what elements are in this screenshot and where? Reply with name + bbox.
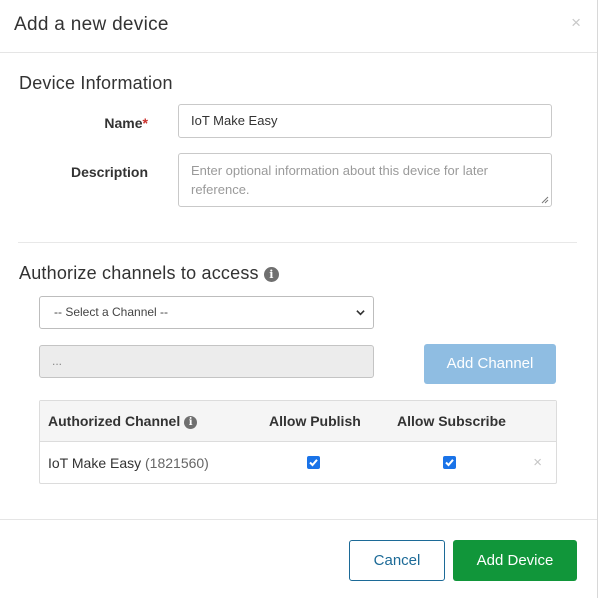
table-row: IoT Make Easy (1821560) [48,455,209,471]
table-header: Authorized Channel i Allow Publish Allow… [40,401,556,442]
device-info-heading: Device Information [19,73,173,93]
allow-publish-checkbox[interactable] [307,456,320,469]
info-icon[interactable]: i [263,266,279,282]
channel-select[interactable]: -- Select a Channel -- [39,296,374,329]
add-channel-button[interactable]: Add Channel [424,344,556,384]
channel-id: (1821560) [145,455,209,471]
header-authorized-channel: Authorized Channel i [48,413,198,429]
description-placeholder: Enter optional information about this de… [191,163,489,197]
channels-heading: Authorize channels to access i [19,263,279,284]
section-divider [18,242,577,243]
description-textarea[interactable]: Enter optional information about this de… [178,153,552,207]
cancel-button[interactable]: Cancel [349,540,445,581]
channels-heading-text: Authorize channels to access [19,263,259,283]
name-label-text: Name [104,115,143,131]
footer-divider [0,519,597,520]
modal-header: Add a new device × [0,0,597,53]
add-device-button[interactable]: Add Device [453,540,577,581]
check-icon [445,459,454,467]
check-icon [309,459,318,467]
channel-key-input: ... [39,345,374,378]
header-allow-publish: Allow Publish [269,413,361,429]
channel-select-value: -- Select a Channel -- [54,305,169,319]
name-label: Name* [8,115,148,131]
header-allow-subscribe: Allow Subscribe [397,413,506,429]
channel-name: IoT Make Easy [48,455,142,471]
device-name-input[interactable]: IoT Make Easy [178,104,552,138]
authorized-channels-table: Authorized Channel i Allow Publish Allow… [39,400,557,484]
close-icon[interactable]: × [571,14,581,31]
info-icon[interactable]: i [184,415,198,429]
required-marker: * [142,115,148,131]
remove-channel-icon[interactable]: × [533,454,542,471]
chevron-down-icon [356,310,365,316]
add-device-modal: Add a new device × Device Information Na… [0,0,598,598]
description-label: Description [70,164,148,180]
modal-title: Add a new device [14,14,169,35]
allow-subscribe-checkbox[interactable] [443,456,456,469]
resize-grip-icon[interactable] [541,196,549,204]
header-authorized-channel-label: Authorized Channel [48,413,181,429]
